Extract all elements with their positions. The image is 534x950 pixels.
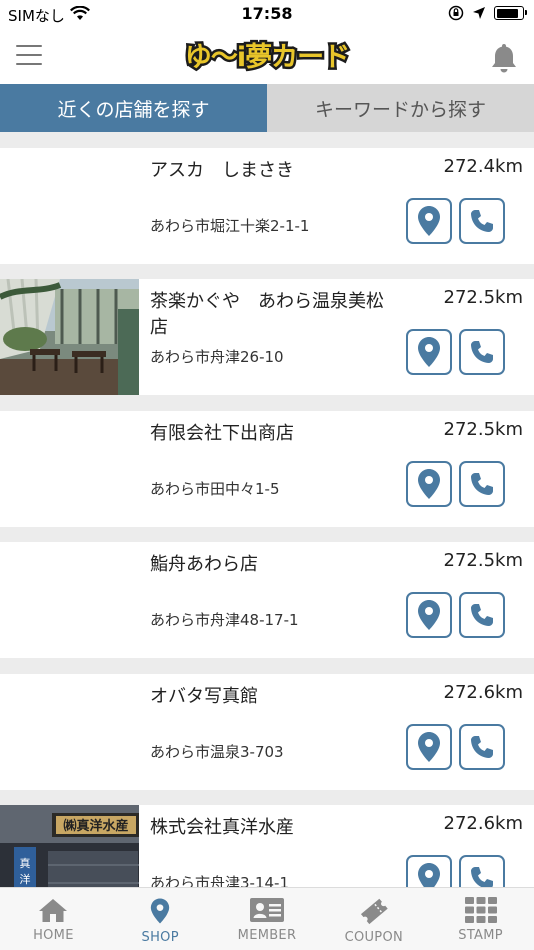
svg-text:真: 真 — [20, 856, 31, 870]
tab-member-label: MEMBER — [237, 928, 297, 943]
call-button[interactable] — [459, 461, 505, 507]
map-pin-icon — [418, 469, 440, 499]
call-button[interactable] — [459, 592, 505, 638]
map-pin-icon — [418, 600, 440, 630]
phone-icon — [471, 210, 493, 232]
call-button[interactable] — [459, 198, 505, 244]
shop-distance: 272.5km — [443, 419, 524, 440]
battery-icon — [494, 6, 527, 20]
phone-icon — [471, 604, 493, 626]
search-mode-tabs: 近くの店舗を探す キーワードから探す — [0, 84, 534, 132]
shop-distance: 272.6km — [443, 682, 524, 703]
map-button[interactable] — [406, 592, 452, 638]
shop-card[interactable]: 有限会社下出商店 272.5km あわら市田中々1-5 — [0, 411, 534, 527]
shop-distance: 272.5km — [443, 287, 524, 308]
stamp-grid-icon — [464, 897, 497, 923]
brand-logo: ゆ〜i夢カード — [182, 40, 352, 76]
member-card-icon — [249, 898, 284, 922]
shop-photo-cafe-interior — [0, 279, 139, 395]
svg-text:ゆ〜i夢カード: ゆ〜i夢カード — [185, 42, 349, 73]
shop-name: 株式会社真洋水産 — [150, 817, 294, 838]
shop-card[interactable]: ㈱真洋水産 真 洋 株式会社真洋水産 272.6km あわら市舟津3-14-1 — [0, 805, 534, 887]
call-button[interactable] — [459, 724, 505, 770]
shop-name: 茶楽かぐや あわら温泉美松店 — [150, 291, 384, 338]
shop-address: あわら市堀江十楽2-1-1 — [150, 217, 310, 235]
tab-coupon-label: COUPON — [344, 930, 403, 945]
phone-icon — [471, 473, 493, 495]
map-button[interactable] — [406, 855, 452, 887]
tab-keyword-search-label: キーワードから探す — [314, 98, 486, 121]
status-bar: SIMなし 17:58 — [0, 0, 534, 28]
tab-nearby-shops[interactable]: 近くの店舗を探す — [0, 84, 267, 132]
shop-card[interactable]: オバタ写真館 272.6km あわら市温泉3-703 — [0, 674, 534, 790]
nav-bar: ゆ〜i夢カード — [0, 28, 534, 84]
location-arrow-icon — [473, 7, 485, 19]
shop-photo-storefront: ㈱真洋水産 真 洋 — [0, 805, 139, 887]
phone-icon — [471, 341, 493, 363]
shop-address: あわら市舟津48-17-1 — [150, 611, 299, 629]
bottom-tab-bar: HOME SHOP MEMBER COUPON STAMP — [0, 887, 534, 950]
shop-distance: 272.4km — [443, 156, 524, 177]
tab-nearby-shops-label: 近くの店舗を探す — [57, 98, 210, 121]
shop-card[interactable]: 茶楽かぐや あわら温泉美松店 272.5km あわら市舟津26-10 — [0, 279, 534, 395]
bell-icon[interactable] — [490, 42, 518, 74]
svg-text:㈱真洋水産: ㈱真洋水産 — [63, 818, 128, 834]
shop-card[interactable]: 鮨舟あわら店 272.5km あわら市舟津48-17-1 — [0, 542, 534, 658]
shop-name: アスカ しまさき — [150, 160, 294, 181]
shop-distance: 272.6km — [443, 813, 524, 834]
tab-shop-label: SHOP — [141, 930, 179, 945]
map-pin-icon — [151, 898, 170, 924]
map-button[interactable] — [406, 461, 452, 507]
tab-stamp[interactable]: STAMP — [427, 888, 534, 950]
map-pin-icon — [418, 337, 440, 367]
map-button[interactable] — [406, 329, 452, 375]
phone-icon — [471, 736, 493, 758]
phone-icon — [471, 867, 493, 887]
shop-address: あわら市田中々1-5 — [150, 480, 280, 498]
call-button[interactable] — [459, 855, 505, 887]
map-button[interactable] — [406, 198, 452, 244]
map-pin-icon — [418, 863, 440, 887]
shop-name: 有限会社下出商店 — [150, 423, 294, 444]
call-button[interactable] — [459, 329, 505, 375]
shop-address: あわら市舟津26-10 — [150, 348, 284, 366]
tab-shop[interactable]: SHOP — [107, 888, 214, 950]
tab-keyword-search[interactable]: キーワードから探す — [267, 84, 534, 132]
shop-address: あわら市舟津3-14-1 — [150, 874, 289, 887]
home-icon — [39, 899, 68, 922]
menu-icon[interactable] — [16, 45, 42, 67]
tab-home-label: HOME — [33, 928, 74, 943]
orientation-lock-icon — [448, 5, 464, 21]
shop-distance: 272.5km — [443, 550, 524, 571]
svg-text:洋: 洋 — [20, 872, 31, 886]
shop-card[interactable]: アスカ しまさき 272.4km あわら市堀江十楽2-1-1 — [0, 148, 534, 264]
map-pin-icon — [418, 732, 440, 762]
map-button[interactable] — [406, 724, 452, 770]
coupon-ticket-icon — [360, 898, 388, 925]
tab-coupon[interactable]: COUPON — [320, 888, 427, 950]
shop-list[interactable]: アスカ しまさき 272.4km あわら市堀江十楽2-1-1 茶楽かぐや あわら… — [0, 132, 534, 887]
tab-member[interactable]: MEMBER — [214, 888, 321, 950]
shop-address: あわら市温泉3-703 — [150, 743, 284, 761]
map-pin-icon — [418, 206, 440, 236]
shop-name: 鮨舟あわら店 — [150, 554, 258, 575]
tab-stamp-label: STAMP — [458, 928, 503, 943]
shop-name: オバタ写真館 — [150, 686, 258, 707]
tab-home[interactable]: HOME — [0, 888, 107, 950]
